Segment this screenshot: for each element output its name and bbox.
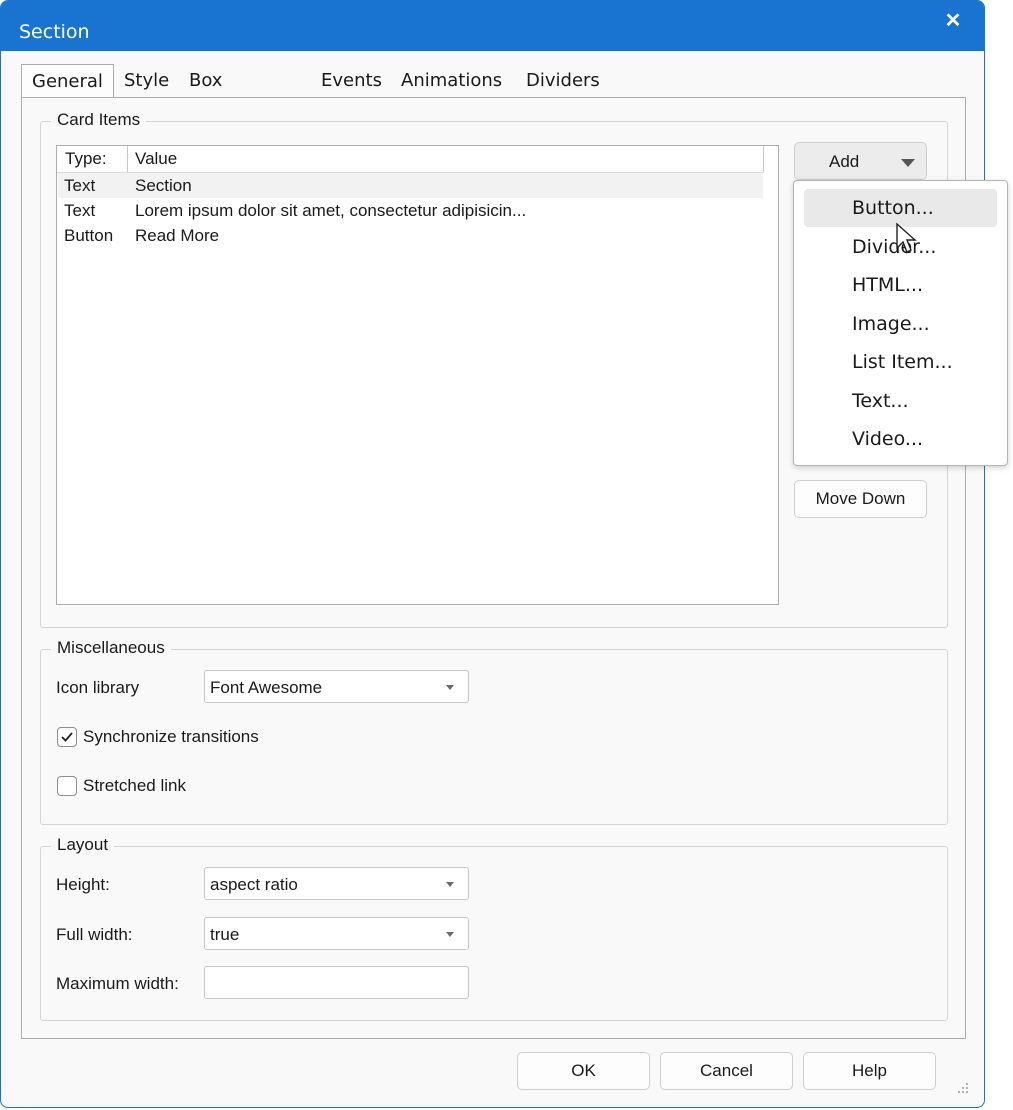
- chevron-down-icon: [901, 159, 915, 167]
- title-bar: Section ✕: [1, 1, 984, 51]
- icon-library-label: Icon library: [56, 678, 140, 697]
- height-value: aspect ratio: [210, 875, 298, 894]
- layout-group: Layout: [40, 835, 948, 1021]
- menu-item-label: Video...: [852, 428, 924, 450]
- item-type: Text: [64, 176, 96, 195]
- miscellaneous-legend: Miscellaneous: [51, 638, 171, 658]
- menu-item-label: Image...: [852, 313, 930, 335]
- full-width-label: Full width:: [56, 925, 133, 944]
- checkmark-icon: [61, 732, 73, 742]
- tab-events[interactable]: Events: [321, 64, 382, 98]
- menu-item-label: Text...: [852, 390, 909, 412]
- ok-button[interactable]: OK: [517, 1052, 650, 1090]
- menu-item-html[interactable]: HTML...: [804, 266, 997, 304]
- menu-item-video[interactable]: Video...: [804, 420, 997, 458]
- height-select[interactable]: aspect ratio: [204, 867, 469, 900]
- stretched-link-label[interactable]: Stretched link: [83, 776, 186, 796]
- item-value: Read More: [135, 226, 220, 245]
- list-item[interactable]: Text Section: [58, 173, 763, 198]
- full-width-select[interactable]: true: [204, 917, 469, 950]
- maximum-width-label: Maximum width:: [56, 974, 179, 993]
- column-header-type[interactable]: Type:: [65, 149, 107, 169]
- column-separator[interactable]: [763, 146, 764, 172]
- cancel-button[interactable]: Cancel: [660, 1052, 793, 1090]
- chevron-down-icon: [446, 882, 454, 887]
- tab-animations[interactable]: Animations: [401, 64, 502, 98]
- menu-item-text[interactable]: Text...: [804, 382, 997, 420]
- section-dialog: Section ✕ General Style Box Shadow Event…: [0, 0, 985, 1108]
- chevron-down-icon: [446, 685, 454, 690]
- resize-grip-icon[interactable]: [956, 1081, 970, 1095]
- column-header-value[interactable]: Value: [135, 149, 177, 169]
- height-label: Height:: [56, 875, 110, 894]
- maximum-width-input[interactable]: [204, 966, 469, 999]
- card-items-legend: Card Items: [51, 110, 147, 130]
- list-header: Type: Value: [57, 146, 764, 173]
- tab-style[interactable]: Style: [124, 64, 169, 98]
- synchronize-transitions-label[interactable]: Synchronize transitions: [83, 727, 259, 747]
- icon-library-select[interactable]: Font Awesome: [204, 670, 469, 703]
- stretched-link-checkbox[interactable]: [57, 776, 77, 796]
- help-button[interactable]: Help: [803, 1052, 936, 1090]
- menu-item-label: HTML...: [852, 274, 923, 296]
- menu-item-list-item[interactable]: List Item...: [804, 343, 997, 381]
- menu-item-image[interactable]: Image...: [804, 305, 997, 343]
- item-type: Text: [64, 201, 96, 220]
- full-width-value: true: [210, 925, 240, 944]
- close-icon[interactable]: ✕: [941, 9, 965, 33]
- add-button-label: Add: [829, 152, 860, 171]
- icon-library-value: Font Awesome: [210, 678, 323, 697]
- item-value: Section: [135, 176, 192, 195]
- tab-dividers[interactable]: Dividers: [526, 64, 600, 98]
- item-type: Button: [64, 226, 114, 245]
- synchronize-transitions-checkbox[interactable]: [57, 727, 77, 747]
- move-down-button[interactable]: Move Down: [794, 480, 927, 518]
- mouse-pointer-icon: [896, 222, 917, 253]
- menu-item-label: Button...: [852, 197, 934, 219]
- chevron-down-icon: [446, 932, 454, 937]
- layout-legend: Layout: [51, 835, 115, 855]
- tab-box-shadow[interactable]: Box Shadow: [189, 64, 260, 125]
- tab-general[interactable]: General: [21, 64, 114, 98]
- item-value: Lorem ipsum dolor sit amet, consectetur …: [135, 201, 527, 220]
- list-item[interactable]: Text Lorem ipsum dolor sit amet, consect…: [58, 198, 763, 223]
- add-button[interactable]: Add: [794, 142, 927, 180]
- card-items-list[interactable]: Type: Value Text Section Text Lorem ipsu…: [56, 145, 779, 605]
- list-item[interactable]: Button Read More: [58, 223, 763, 248]
- column-separator[interactable]: [127, 146, 128, 172]
- window-title: Section: [19, 21, 90, 43]
- menu-item-label: List Item...: [852, 351, 953, 373]
